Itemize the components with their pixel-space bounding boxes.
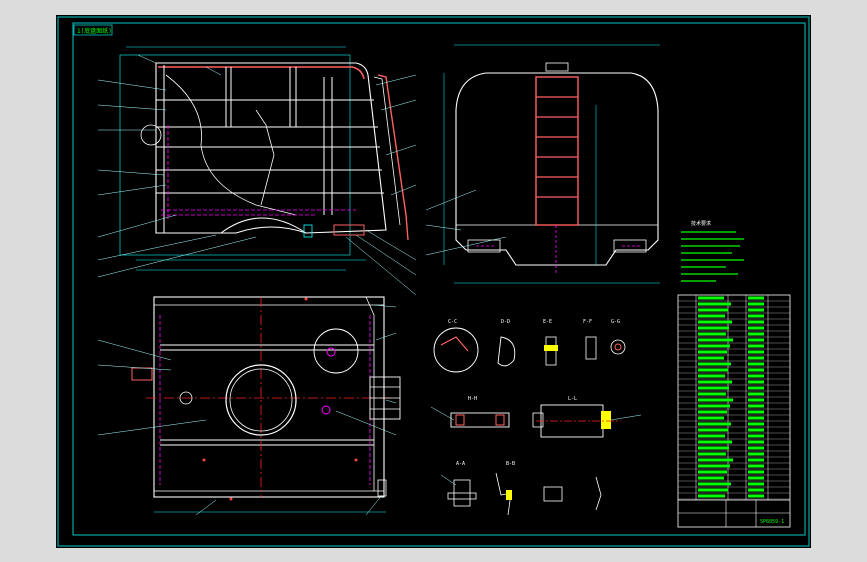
table-cell bbox=[698, 476, 724, 480]
side-view bbox=[97, 46, 417, 296]
table-cell bbox=[748, 392, 764, 396]
table-cell bbox=[748, 362, 764, 366]
notes-title: 技术要求 bbox=[691, 220, 711, 227]
drawing-number: SP6059-1 bbox=[760, 519, 784, 525]
table-cell bbox=[748, 320, 764, 324]
section-tag: F-F bbox=[583, 319, 592, 325]
table-cell bbox=[698, 446, 729, 450]
table-cell bbox=[698, 386, 729, 390]
table-cell bbox=[698, 488, 728, 492]
table-cell bbox=[748, 422, 764, 426]
section-tag: G-G bbox=[611, 319, 620, 325]
table-cell bbox=[748, 296, 764, 300]
table-cell bbox=[698, 410, 727, 414]
table-cell bbox=[748, 302, 764, 306]
table-cell bbox=[698, 362, 731, 366]
table-cell bbox=[698, 296, 724, 300]
table-cell bbox=[748, 398, 764, 402]
table-cell bbox=[748, 374, 764, 378]
table-cell bbox=[698, 398, 733, 402]
section-tag: E-E bbox=[543, 319, 552, 325]
section-tag: B-B bbox=[506, 461, 515, 467]
plan-view bbox=[97, 296, 401, 516]
table-cell bbox=[748, 470, 764, 474]
table-cell bbox=[748, 476, 764, 480]
cad-drawing: 1(底盘图纸) C-C D-D E-E F-F G-G H-H L-L A-A … bbox=[57, 16, 810, 547]
table-cell bbox=[698, 380, 732, 384]
table-cell bbox=[698, 404, 730, 408]
section-tag: D-D bbox=[501, 319, 510, 325]
corner-tag: 1(底盘图纸) bbox=[77, 27, 112, 35]
table-cell bbox=[698, 452, 726, 456]
table-cell bbox=[698, 302, 731, 306]
table-cell bbox=[748, 326, 764, 330]
section-tag: C-C bbox=[448, 319, 457, 325]
table-cell bbox=[698, 320, 732, 324]
section-tag: H-H bbox=[468, 396, 477, 402]
table-cell bbox=[698, 422, 731, 426]
table-cell bbox=[748, 332, 764, 336]
table-cell bbox=[698, 434, 725, 438]
table-cell bbox=[748, 380, 764, 384]
table-cell bbox=[698, 428, 728, 432]
table-cell bbox=[698, 338, 733, 342]
table-cell bbox=[698, 440, 732, 444]
parts-table: SP6059-1 bbox=[677, 294, 791, 528]
table-cell bbox=[698, 494, 725, 498]
table-cell bbox=[748, 464, 764, 468]
table-cell bbox=[698, 470, 727, 474]
table-cell bbox=[748, 446, 764, 450]
table-cell bbox=[698, 332, 726, 336]
table-cell bbox=[748, 368, 764, 372]
table-cell bbox=[698, 308, 728, 312]
table-cell bbox=[698, 356, 724, 360]
table-cell bbox=[748, 314, 764, 318]
table-cell bbox=[698, 326, 729, 330]
table-cell bbox=[698, 482, 731, 486]
rear-view bbox=[425, 44, 660, 284]
table-cell bbox=[748, 404, 764, 408]
table-cell bbox=[748, 494, 764, 498]
table-cell bbox=[748, 386, 764, 390]
table-cell bbox=[748, 344, 764, 348]
section-tag: L-L bbox=[568, 396, 577, 402]
table-cell bbox=[698, 374, 725, 378]
table-cell bbox=[748, 416, 764, 420]
section-details bbox=[430, 327, 642, 516]
table-cell bbox=[698, 314, 725, 318]
table-cell bbox=[698, 368, 728, 372]
table-cell bbox=[748, 428, 764, 432]
table-cell bbox=[748, 308, 764, 312]
table-cell bbox=[748, 350, 764, 354]
table-cell bbox=[748, 452, 764, 456]
table-cell bbox=[748, 410, 764, 414]
table-cell bbox=[698, 350, 727, 354]
table-cell bbox=[698, 392, 726, 396]
table-cell bbox=[748, 488, 764, 492]
table-cell bbox=[698, 344, 730, 348]
table-cell bbox=[748, 356, 764, 360]
table-cell bbox=[748, 440, 764, 444]
table-cell bbox=[748, 482, 764, 486]
table-cell bbox=[698, 464, 730, 468]
technical-notes: 技术要求 bbox=[681, 220, 744, 282]
table-cell bbox=[748, 458, 764, 462]
drawing-sheet: 1(底盘图纸) C-C D-D E-E F-F G-G H-H L-L A-A … bbox=[56, 15, 811, 548]
table-cell bbox=[698, 458, 733, 462]
table-cell bbox=[748, 338, 764, 342]
table-cell bbox=[698, 416, 724, 420]
section-tag: A-A bbox=[456, 461, 465, 467]
table-cell bbox=[748, 434, 764, 438]
